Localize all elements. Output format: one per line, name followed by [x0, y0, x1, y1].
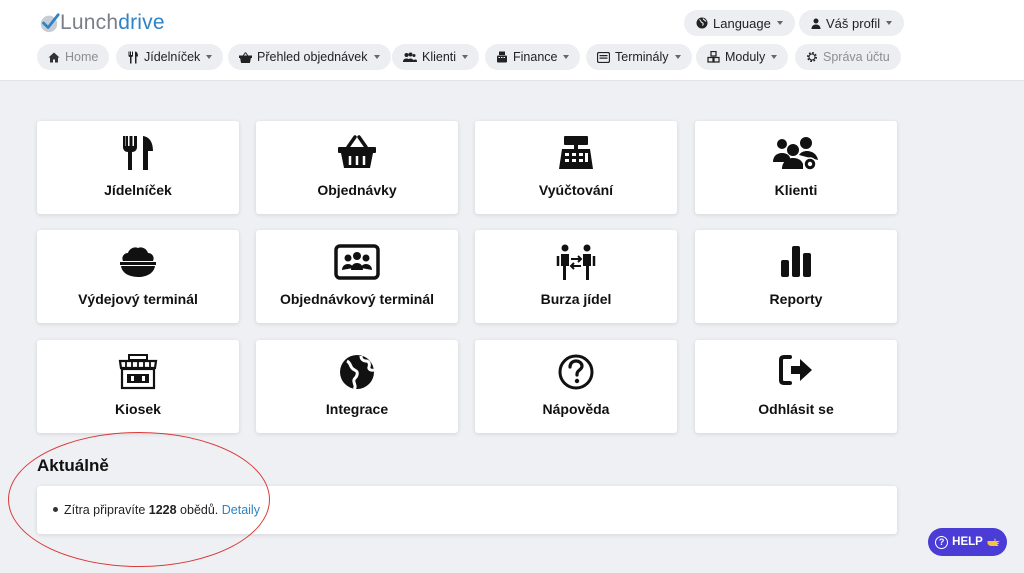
tile-integration-label: Integrace — [325, 401, 389, 417]
utensils-icon — [123, 136, 153, 170]
people-screen-icon — [334, 244, 380, 280]
tile-meal-exchange[interactable]: Burza jídel — [475, 230, 677, 323]
tile-order-terminal[interactable]: Objednávkový terminál — [256, 230, 458, 323]
tile-clients-label: Klienti — [774, 182, 818, 198]
nav-terminals-label: Terminály — [615, 50, 669, 64]
nav-orders[interactable]: Přehled objednávek — [228, 44, 391, 70]
bowl-food-icon — [120, 247, 156, 277]
tile-dispense-terminal[interactable]: Výdejový terminál — [37, 230, 239, 323]
tile-menu-label: Jídelníček — [104, 182, 172, 198]
tile-orders[interactable]: Objednávky — [256, 121, 458, 214]
chevron-down-icon — [776, 21, 783, 25]
chevron-down-icon — [771, 55, 778, 59]
tile-kiosk[interactable]: Kiosek — [37, 340, 239, 433]
tile-menu[interactable]: Jídelníček — [37, 121, 239, 214]
brand-logo[interactable]: Lunchdrive — [38, 10, 165, 36]
nav-clients[interactable]: Klienti — [392, 44, 480, 70]
news-title: Aktuálně — [37, 456, 109, 475]
globe-icon — [696, 17, 708, 29]
tile-dispense-terminal-label: Výdejový terminál — [78, 291, 198, 307]
shop-icon — [118, 354, 158, 390]
nav-modules-label: Moduly — [725, 50, 766, 64]
terminal-icon — [597, 51, 610, 63]
chevron-down-icon — [462, 55, 469, 59]
tile-meal-exchange-label: Burza jídel — [540, 291, 612, 307]
chevron-down-icon — [563, 55, 570, 59]
chevron-down-icon — [674, 55, 681, 59]
tile-orders-label: Objednávky — [317, 182, 397, 198]
question-icon: ? — [935, 535, 949, 549]
nav-menu[interactable]: Jídelníček — [116, 44, 224, 70]
help-button[interactable]: ? HELP — [928, 528, 1007, 556]
language-dropdown[interactable]: Language — [684, 10, 795, 36]
chevron-down-icon — [886, 21, 893, 25]
nav-orders-label: Přehled objednávek — [257, 50, 368, 64]
nav-finance[interactable]: Finance — [485, 44, 581, 70]
language-label: Language — [713, 15, 771, 31]
users-icon — [403, 52, 417, 62]
tile-kiosk-label: Kiosek — [115, 401, 161, 417]
nav-finance-label: Finance — [513, 50, 558, 64]
news-item: Zítra připravíte 1228 obědů. Detaily — [53, 503, 260, 517]
details-link[interactable]: Detaily — [222, 503, 260, 517]
tile-reports-label: Reporty — [769, 291, 823, 307]
globe-icon — [340, 355, 375, 390]
news-text-after: obědů. — [176, 503, 222, 517]
gear-icon — [807, 52, 817, 62]
question-circle-icon — [558, 354, 594, 390]
tile-reports[interactable]: Reporty — [695, 230, 897, 323]
user-icon — [811, 18, 821, 29]
cash-register-icon — [559, 136, 593, 169]
basket-icon — [338, 135, 376, 168]
tile-logout[interactable]: Odhlásit se — [695, 340, 897, 433]
brand-name: Lunchdrive — [60, 11, 165, 34]
cubes-icon — [707, 51, 720, 63]
header: Lunchdrive Language Váš profil Home Jíde… — [0, 0, 1024, 81]
nav-home[interactable]: Home — [37, 44, 110, 70]
tile-help[interactable]: Nápověda — [475, 340, 677, 433]
logo-check-icon — [40, 13, 60, 33]
nav-account[interactable]: Správa účtu — [795, 44, 901, 70]
tile-logout-label: Odhlásit se — [758, 401, 834, 417]
tile-integration[interactable]: Integrace — [256, 340, 458, 433]
cash-register-icon — [497, 51, 507, 63]
tile-help-label: Nápověda — [542, 401, 610, 417]
chevron-down-icon — [373, 55, 380, 59]
pointing-hand-icon — [987, 538, 1000, 546]
nav-menu-label: Jídelníček — [144, 50, 201, 64]
home-icon — [48, 52, 60, 62]
news-count: 1228 — [148, 503, 177, 517]
tile-billing[interactable]: Vyúčtování — [475, 121, 677, 214]
bar-chart-icon — [781, 246, 811, 277]
nav-clients-label: Klienti — [422, 50, 457, 64]
tile-order-terminal-label: Objednávkový terminál — [279, 291, 435, 307]
bullet — [53, 507, 58, 513]
sign-out-icon — [779, 355, 812, 385]
users-gear-icon — [773, 137, 818, 171]
basket-icon — [239, 51, 252, 63]
nav-modules[interactable]: Moduly — [696, 44, 789, 70]
profile-label: Váš profil — [826, 15, 881, 31]
nav-home-label: Home — [65, 50, 99, 64]
chevron-down-icon — [206, 55, 213, 59]
news-text-before: Zítra připravíte — [64, 503, 149, 517]
utensils-icon — [128, 51, 138, 63]
tile-billing-label: Vyúčtování — [538, 182, 614, 198]
news-panel: Zítra připravíte 1228 obědů. Detaily — [37, 486, 897, 534]
people-exchange-icon — [556, 244, 596, 280]
nav-terminals[interactable]: Terminály — [586, 44, 692, 70]
nav-account-label: Správa účtu — [823, 50, 890, 64]
help-label: HELP — [952, 536, 983, 548]
tile-clients[interactable]: Klienti — [695, 121, 897, 214]
profile-dropdown[interactable]: Váš profil — [799, 10, 905, 36]
